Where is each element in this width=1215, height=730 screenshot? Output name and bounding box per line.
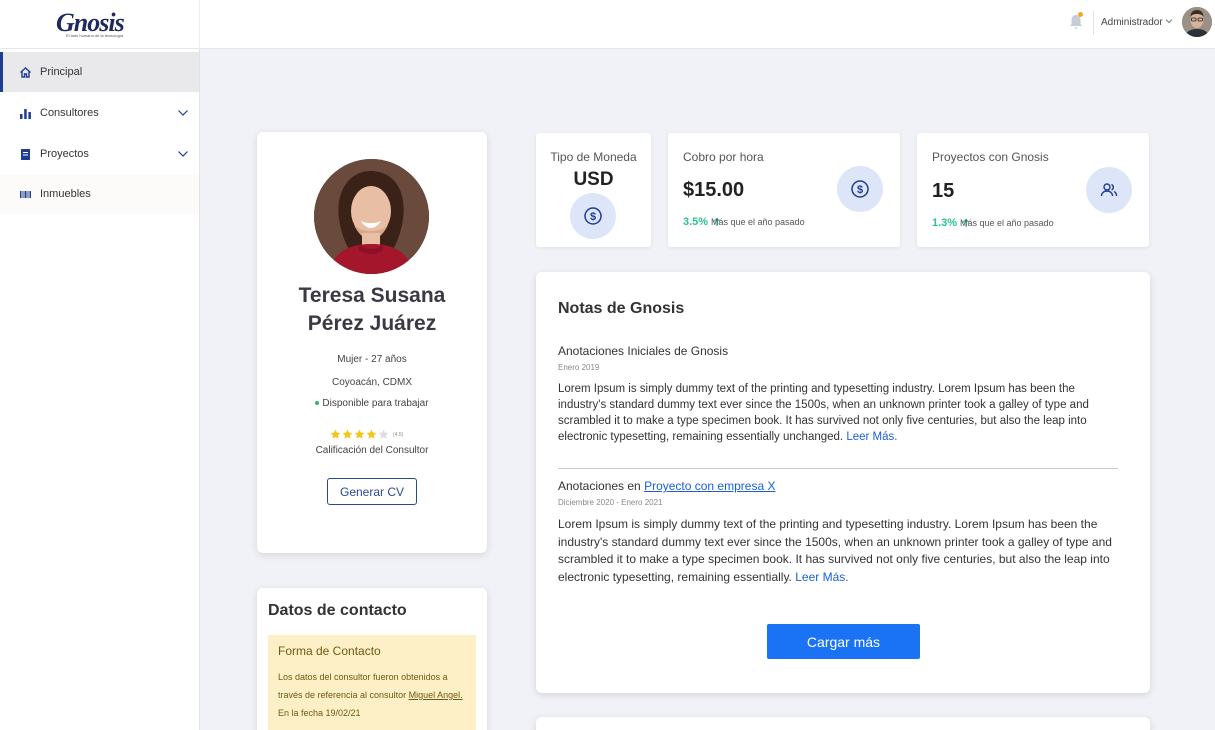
projects-value: 15 xyxy=(932,180,955,202)
projects-label: Proyectos con Gnosis xyxy=(932,150,1049,164)
note-body: Lorem Ipsum is simply dummy text of the … xyxy=(558,516,1118,586)
barcode-icon xyxy=(20,190,31,198)
contact-text: Los datos del consultor fueron obtenidos… xyxy=(278,668,466,722)
contact-card: Datos de contacto Forma de Contacto Los … xyxy=(257,588,487,730)
generate-cv-button[interactable]: Generar CV xyxy=(327,478,417,505)
home-icon xyxy=(20,66,31,78)
hourly-trend-value: 3.5% xyxy=(683,216,709,228)
availability-status: Disponible para trabajar xyxy=(257,398,487,409)
projects-card: Proyectos con Gnosis 15 1.3% Más que el … xyxy=(917,133,1149,247)
projects-trend-value: 1.3% xyxy=(932,217,958,229)
availability-text: Disponible para trabajar xyxy=(322,398,429,409)
projects-trend: 1.3% Más que el año pasado xyxy=(932,217,1054,229)
load-more-button[interactable]: Cargar más xyxy=(767,624,920,659)
profile-photo xyxy=(314,159,429,274)
sidebar: Principal Consultores Proyectos Inmueble… xyxy=(0,49,200,730)
svg-text:$: $ xyxy=(590,211,596,223)
document-icon xyxy=(21,148,30,160)
gnosis-logo[interactable]: Gnosis El lado humano de la tecnología xyxy=(56,2,130,46)
avatar-image xyxy=(1182,7,1212,37)
note-body-text: Lorem Ipsum is simply dummy text of the … xyxy=(558,383,1089,443)
note-item: Anotaciones en Proyecto con empresa X Di… xyxy=(558,479,1118,586)
sidebar-item-label: Principal xyxy=(40,66,83,78)
referrer-link[interactable]: Miguel Angel. xyxy=(409,690,463,700)
note-date: Diciembre 2020 - Enero 2021 xyxy=(558,498,663,507)
star-icon xyxy=(342,429,353,439)
contact-title: Datos de contacto xyxy=(268,602,407,619)
contact-box-title: Forma de Contacto xyxy=(278,644,381,658)
rating-label: Calificación del Consultor xyxy=(315,445,429,456)
chevron-down-icon[interactable] xyxy=(177,107,189,119)
profile-image xyxy=(314,159,429,274)
users-icon xyxy=(1100,183,1118,197)
note-item: Anotaciones Iniciales de Gnosis Enero 20… xyxy=(558,344,1118,445)
sidebar-item-label: Consultores xyxy=(40,107,99,119)
sidebar-item-principal[interactable]: Principal xyxy=(0,52,199,92)
contact-text-after: En la fecha 19/02/21 xyxy=(278,708,361,718)
consultant-name: Teresa Susana Pérez Juárez xyxy=(257,282,487,338)
sidebar-item-consultores[interactable]: Consultores xyxy=(0,93,199,133)
notes-card: Notas de Gnosis Anotaciones Iniciales de… xyxy=(536,272,1150,693)
star-empty-icon xyxy=(378,429,389,439)
rating-stars: (4.5) xyxy=(330,429,403,440)
name-line-1: Teresa Susana xyxy=(298,284,446,307)
hourly-label: Cobro por hora xyxy=(683,150,764,164)
star-icon xyxy=(330,429,341,439)
name-line-2: Pérez Juárez xyxy=(307,312,437,335)
logo-area: Gnosis El lado humano de la tecnología xyxy=(0,0,200,49)
contact-info-box: Forma de Contacto Los datos del consulto… xyxy=(268,635,476,730)
chevron-down-icon[interactable] xyxy=(1164,16,1174,26)
next-card-partial xyxy=(536,717,1150,730)
rating-score: (4.5) xyxy=(393,431,404,438)
dollar-coin-icon: $ xyxy=(851,180,869,198)
logo-tagline: El lado humano de la tecnología xyxy=(66,33,124,38)
notification-badge xyxy=(1078,12,1083,17)
location: Coyoacán, CDMX xyxy=(331,377,413,388)
sidebar-item-label: Inmuebles xyxy=(40,188,91,200)
sidebar-item-proyectos[interactable]: Proyectos xyxy=(0,134,199,174)
star-icon xyxy=(354,429,365,439)
hourly-rate-card: Cobro por hora $15.00 $ 3.5% Más que el … xyxy=(668,133,900,247)
profile-card: Teresa Susana Pérez Juárez Mujer - 27 añ… xyxy=(257,132,487,553)
currency-card: Tipo de Moneda USD $ xyxy=(536,133,651,247)
status-dot xyxy=(315,401,320,406)
star-icon xyxy=(366,429,377,439)
svg-text:$: $ xyxy=(857,184,863,196)
projects-icon-circle xyxy=(1086,167,1132,213)
hourly-icon-circle: $ xyxy=(837,166,883,212)
currency-icon-circle: $ xyxy=(570,193,616,239)
dollar-coin-icon: $ xyxy=(584,207,602,225)
notes-title: Notas de Gnosis xyxy=(558,300,685,317)
read-more-link[interactable]: Leer Más. xyxy=(846,431,897,443)
note-body: Lorem Ipsum is simply dummy text of the … xyxy=(558,381,1118,445)
hourly-value: $15.00 xyxy=(683,179,745,201)
sidebar-item-inmuebles[interactable]: Inmuebles xyxy=(0,174,199,214)
note-title-prefix: Anotaciones en xyxy=(558,479,645,493)
note-title: Anotaciones en Proyecto con empresa X xyxy=(558,479,1118,493)
user-name[interactable]: Administrador xyxy=(1101,17,1163,28)
sidebar-item-label: Proyectos xyxy=(40,148,89,160)
bar-chart-icon xyxy=(20,108,31,119)
hourly-trend: 3.5% Más que el año pasado xyxy=(683,216,805,228)
top-bar: Gnosis El lado humano de la tecnología A… xyxy=(0,0,1215,49)
note-divider xyxy=(558,468,1118,469)
read-more-link[interactable]: Leer Más. xyxy=(795,570,848,584)
chevron-down-icon[interactable] xyxy=(177,148,189,160)
user-avatar[interactable] xyxy=(1182,7,1212,37)
gender-age: Mujer - 27 años xyxy=(337,354,407,365)
currency-value: USD xyxy=(573,169,614,190)
currency-label: Tipo de Moneda xyxy=(550,150,637,164)
header-divider xyxy=(1093,11,1094,35)
note-title: Anotaciones Iniciales de Gnosis xyxy=(558,344,729,358)
projects-trend-note: Más que el año pasado xyxy=(960,218,1054,228)
project-link[interactable]: Proyecto con empresa X xyxy=(644,479,775,493)
note-date: Enero 2019 xyxy=(558,363,600,372)
